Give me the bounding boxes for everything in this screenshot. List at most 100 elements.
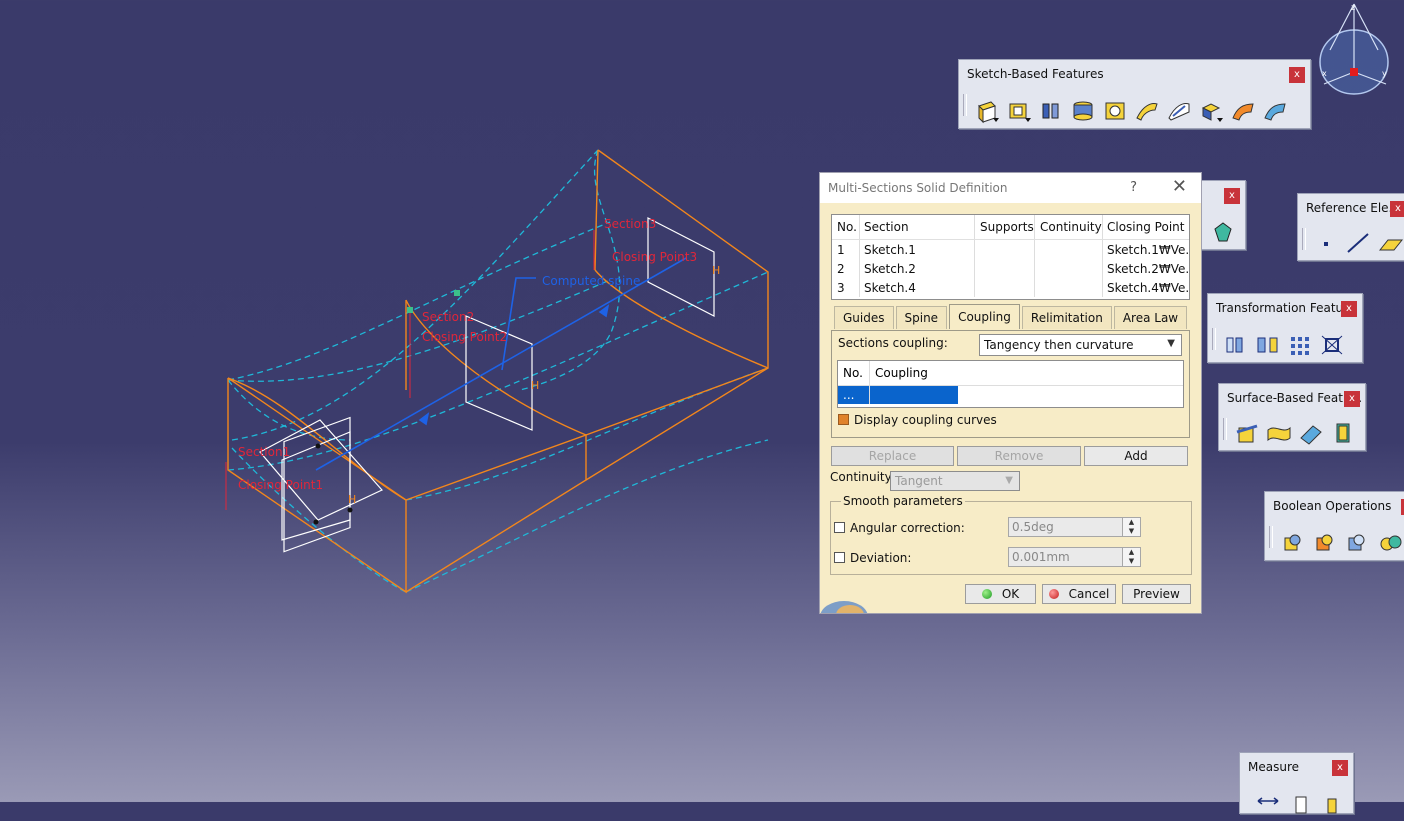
multisection-solid-icon[interactable] xyxy=(1229,98,1257,124)
mirror-icon[interactable] xyxy=(1254,332,1282,358)
continuity-select[interactable]: Tangent ▼ xyxy=(890,471,1020,491)
table-row[interactable]: 2 Sketch.2 Sketch.2₩Ve... xyxy=(832,259,1189,278)
replace-button[interactable]: Replace xyxy=(831,446,954,466)
angular-correction-checkbox[interactable] xyxy=(834,522,845,533)
tab-guides[interactable]: Guides xyxy=(834,306,894,329)
point-icon[interactable] xyxy=(1312,230,1340,256)
h-marker: H xyxy=(348,493,356,506)
spin-down-icon[interactable]: ▼ xyxy=(1122,527,1140,536)
help-button[interactable]: ? xyxy=(1130,180,1137,195)
pad-icon[interactable] xyxy=(973,98,1001,124)
display-coupling-curves-label: Display coupling curves xyxy=(854,413,997,427)
dialog-titlebar[interactable]: Multi-Sections Solid Definition ? ✕ xyxy=(820,173,1201,203)
toolbar-close-button[interactable]: x xyxy=(1332,760,1348,776)
tab-relimitation[interactable]: Relimitation xyxy=(1021,306,1112,329)
remove-button[interactable]: Remove xyxy=(957,446,1081,466)
split-icon[interactable] xyxy=(1233,420,1261,446)
col-header-supports[interactable]: Supports xyxy=(975,215,1035,239)
col-header-section[interactable]: Section xyxy=(860,215,975,239)
cell-supports xyxy=(975,259,1035,278)
coupling-table[interactable]: No. Coupling ... xyxy=(837,360,1184,408)
boolean-operations-toolbar: Boolean Operations x xyxy=(1264,491,1404,561)
smooth-parameters-group: Smooth parameters Angular correction: 0.… xyxy=(830,494,1192,575)
measure-between-icon[interactable] xyxy=(1254,791,1282,817)
toolbar-close-button[interactable]: x xyxy=(1224,188,1240,204)
rib-icon[interactable] xyxy=(1133,98,1161,124)
compass[interactable]: z x y xyxy=(1316,0,1392,98)
ok-button[interactable]: OK xyxy=(965,584,1036,604)
preview-button[interactable]: Preview xyxy=(1122,584,1191,604)
sew-surface-icon[interactable] xyxy=(1329,420,1357,446)
close-surface-icon[interactable] xyxy=(1297,420,1325,446)
ok-icon xyxy=(981,589,992,599)
draft-icon[interactable] xyxy=(1209,219,1237,245)
remove-icon[interactable] xyxy=(1343,530,1371,556)
measure-toolbar: Measure x xyxy=(1239,752,1354,814)
cell-continuity xyxy=(1035,259,1103,278)
tab-spine[interactable]: Spine xyxy=(895,306,948,329)
table-row[interactable]: ... xyxy=(838,386,1183,404)
toolbar-close-button[interactable]: x xyxy=(1344,391,1360,407)
angular-correction-input[interactable]: 0.5deg ▲ ▼ xyxy=(1008,517,1141,537)
tab-coupling[interactable]: Coupling xyxy=(949,304,1020,329)
deviation-checkbox[interactable] xyxy=(834,552,845,563)
groove-icon[interactable] xyxy=(1069,98,1097,124)
cell-closing-point: Sketch.1₩Ve... xyxy=(1107,242,1189,257)
cancel-button[interactable]: Cancel xyxy=(1042,584,1116,604)
reference-elements-toolbar: Reference Ele... x xyxy=(1297,193,1404,261)
compass-z-label: z xyxy=(1351,3,1355,12)
sections-coupling-select[interactable]: Tangency then curvature ▼ xyxy=(979,334,1182,356)
coupling-tab-panel: Sections coupling: Tangency then curvatu… xyxy=(831,330,1190,438)
table-row[interactable]: 3 Sketch.4 Sketch.4₩Ve... xyxy=(832,278,1189,297)
compass-x-label: x xyxy=(1322,69,1327,78)
h-marker: H xyxy=(712,264,720,277)
translation-icon[interactable] xyxy=(1222,332,1250,358)
shaft-icon[interactable] xyxy=(1037,98,1065,124)
sketch-based-features-toolbar: Sketch-Based Features x xyxy=(958,59,1311,129)
col-header-continuity[interactable]: Continuity xyxy=(1035,215,1103,239)
scaling-icon[interactable] xyxy=(1318,332,1346,358)
table-row[interactable]: 1 Sketch.1 Sketch.1₩Ve... xyxy=(832,240,1189,259)
col-header-no[interactable]: No. xyxy=(838,361,870,385)
toolbar-close-button[interactable]: x xyxy=(1390,201,1404,217)
display-coupling-curves-checkbox[interactable] xyxy=(838,414,849,425)
slot-icon[interactable] xyxy=(1165,98,1193,124)
toolbar-close-button[interactable]: x xyxy=(1341,301,1357,317)
table-header: No. Coupling xyxy=(838,361,1183,386)
assemble-icon[interactable] xyxy=(1279,530,1307,556)
col-header-closing-point[interactable]: Closing Point xyxy=(1103,215,1189,239)
col-header-no[interactable]: No. xyxy=(832,215,860,239)
plane-icon[interactable] xyxy=(1376,230,1404,256)
toolbar-title: Reference Ele... xyxy=(1306,201,1400,215)
add-icon[interactable] xyxy=(1311,530,1339,556)
thick-surface-icon[interactable] xyxy=(1265,420,1293,446)
hole-icon[interactable] xyxy=(1101,98,1129,124)
section-sketches xyxy=(259,217,715,553)
computed-spine xyxy=(315,257,687,471)
stiffener-icon[interactable] xyxy=(1197,98,1225,124)
vertex-marker xyxy=(315,443,321,449)
col-header-coupling[interactable]: Coupling xyxy=(870,361,958,385)
deviation-value: 0.001mm xyxy=(1012,550,1070,564)
pattern-icon[interactable] xyxy=(1286,332,1314,358)
toolbar-close-button[interactable]: x xyxy=(1289,67,1305,83)
add-button[interactable]: Add xyxy=(1084,446,1188,466)
angular-correction-value: 0.5deg xyxy=(1012,520,1054,534)
smooth-parameters-title: Smooth parameters xyxy=(841,494,965,508)
sections-table[interactable]: No. Section Supports Continuity Closing … xyxy=(831,214,1190,300)
section2-label: Section2 xyxy=(422,310,474,324)
h-marker: H xyxy=(531,379,539,392)
deviation-input[interactable]: 0.001mm ▲ ▼ xyxy=(1008,547,1141,567)
removed-multisection-icon[interactable] xyxy=(1261,98,1289,124)
intersect-icon[interactable] xyxy=(1375,530,1403,556)
measure-inertia-icon[interactable] xyxy=(1318,791,1346,817)
measure-item-icon[interactable] xyxy=(1286,791,1314,817)
tab-area-law[interactable]: Area Law xyxy=(1113,306,1188,329)
transformation-features-toolbar: Transformation Featu... x xyxy=(1207,293,1363,363)
cell-supports xyxy=(975,278,1035,297)
continuity-value: Tangent xyxy=(895,474,943,488)
line-icon[interactable] xyxy=(1344,230,1372,256)
close-button[interactable]: ✕ xyxy=(1172,176,1187,197)
spin-down-icon[interactable]: ▼ xyxy=(1122,557,1140,566)
pocket-icon[interactable] xyxy=(1005,98,1033,124)
